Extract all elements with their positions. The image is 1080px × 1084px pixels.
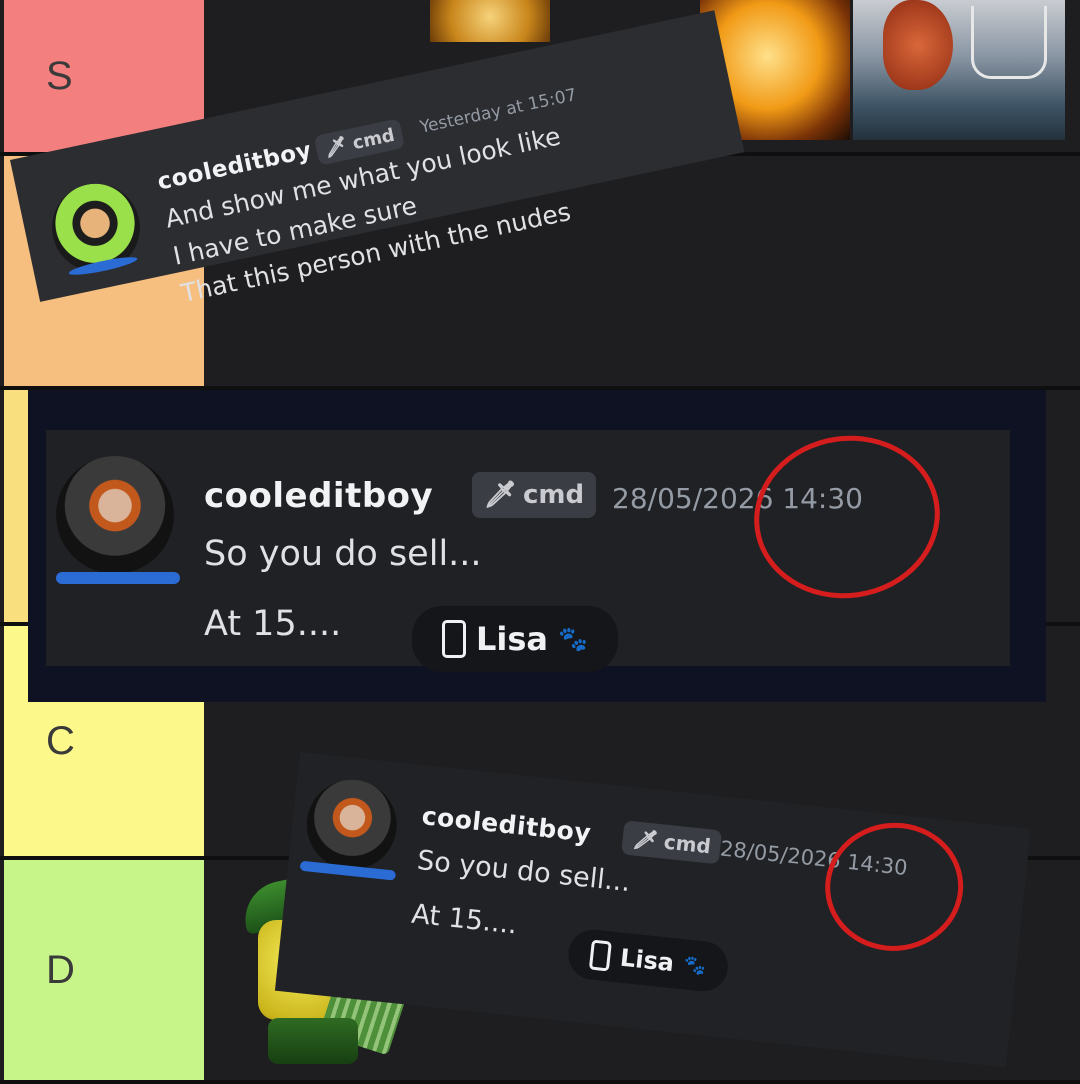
avatar-decoration bbox=[56, 572, 180, 584]
avatar-image bbox=[302, 775, 402, 875]
message-line-2: At 15.... bbox=[204, 604, 342, 644]
mention-chip[interactable]: Lisa 🐾 bbox=[412, 606, 618, 672]
paw-print-icon: 🐾 bbox=[682, 953, 708, 978]
sponge-body-shape bbox=[268, 1018, 358, 1064]
avatar[interactable] bbox=[302, 775, 402, 875]
red-highlight-circle bbox=[743, 423, 951, 611]
red-highlight-circle bbox=[820, 818, 968, 956]
mention-name: Lisa bbox=[476, 620, 548, 658]
role-badge[interactable]: 🗡 cmd bbox=[621, 820, 723, 865]
avatar-image bbox=[56, 456, 174, 574]
message-line-1: So you do sell... bbox=[204, 534, 482, 574]
username[interactable]: cooleditboy bbox=[204, 476, 433, 516]
sword-icon: 🗡 bbox=[484, 480, 518, 510]
mention-name: Lisa bbox=[618, 943, 676, 978]
username[interactable]: cooleditboy bbox=[421, 801, 593, 848]
role-label: cmd bbox=[350, 124, 397, 154]
tier-label-d: D bbox=[4, 860, 204, 1080]
hoop-net-shape bbox=[971, 6, 1047, 79]
role-label: cmd bbox=[662, 829, 713, 859]
phone-icon bbox=[442, 620, 466, 658]
role-badge[interactable]: 🗡 cmd bbox=[472, 472, 597, 518]
sword-icon: 🗡 bbox=[631, 826, 660, 853]
sword-icon: 🗡 bbox=[322, 134, 350, 160]
role-label: cmd bbox=[523, 480, 585, 510]
message-line-1: So you do sell... bbox=[415, 844, 632, 899]
message-line-2: At 15.... bbox=[410, 898, 519, 941]
avatar[interactable] bbox=[56, 456, 174, 574]
shrimp-shape bbox=[883, 0, 953, 90]
mention-chip[interactable]: Lisa 🐾 bbox=[565, 927, 731, 994]
phone-icon bbox=[588, 939, 612, 972]
paw-print-icon: 🐾 bbox=[558, 625, 588, 653]
tier-item-fire-image[interactable] bbox=[430, 0, 550, 42]
tier-item-shrimp-basketball-image[interactable] bbox=[853, 0, 1065, 140]
discord-message-card-2: cooleditboy 🗡 cmd 28/05/2026 14:30 So yo… bbox=[46, 423, 1010, 672]
